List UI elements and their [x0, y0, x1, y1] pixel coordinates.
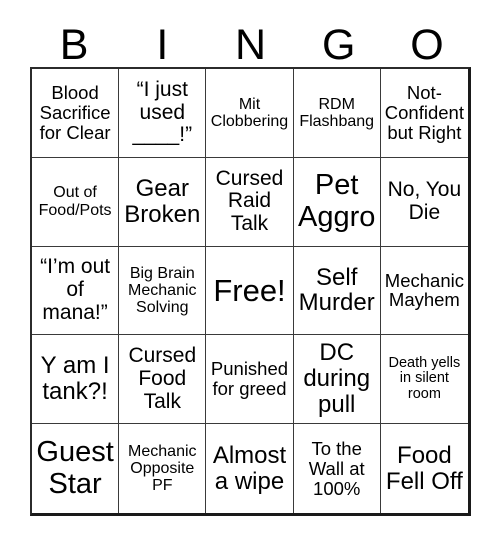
bingo-cell[interactable]: Pet Aggro	[293, 157, 381, 247]
bingo-cell[interactable]: Y am I tank?!	[32, 335, 120, 425]
bingo-cell-label: Mit Clobbering	[210, 95, 289, 130]
bingo-cell-label: Food Fell Off	[385, 441, 463, 495]
bingo-cell-label: DC during pull	[303, 339, 371, 419]
bingo-cell[interactable]: Big Brain Mechanic Solving	[119, 246, 207, 336]
bingo-cell-label: Big Brain Mechanic Solving	[128, 264, 197, 317]
bingo-cell[interactable]: Food Fell Off	[380, 424, 468, 513]
bingo-cell-label: Blood Sacrifice for Clear	[39, 81, 111, 143]
bingo-cell-label: Mechanic Mayhem	[384, 269, 464, 311]
header-letter-o: O	[410, 21, 444, 69]
bingo-cell[interactable]: To the Wall at 100%	[293, 424, 381, 513]
header-letter-b: B	[59, 21, 89, 69]
bingo-cell-label: Cursed Food Talk	[128, 344, 197, 413]
bingo-cell-label: To the Wall at 100%	[308, 437, 365, 499]
bingo-cell-label: “I just used ____!”	[132, 77, 193, 147]
bingo-cell-label: Gear Broken	[124, 174, 201, 228]
bingo-cell[interactable]: Out of Food/Pots	[32, 157, 120, 247]
bingo-cell[interactable]: Death yells in silent room	[380, 335, 468, 425]
bingo-cell[interactable]: RDM Flashbang	[293, 69, 381, 158]
bingo-cell[interactable]: No, You Die	[380, 157, 468, 247]
bingo-cell[interactable]: Cursed Food Talk	[119, 335, 207, 425]
bingo-cell[interactable]: DC during pull	[293, 335, 381, 425]
bingo-cell[interactable]: Mechanic Opposite PF	[119, 424, 207, 513]
bingo-cell-label: No, You Die	[387, 178, 462, 224]
bingo-card: B I N G O Blood Sacrifice for Clear “I j…	[0, 0, 500, 544]
header-letter-i: I	[156, 21, 169, 69]
bingo-cell-label: Y am I tank?!	[40, 352, 110, 406]
bingo-cell[interactable]: Not-Confident but Right	[380, 69, 468, 158]
bingo-cell-label: Almost a wipe	[212, 441, 287, 495]
bingo-cell[interactable]: Gear Broken	[119, 157, 207, 247]
bingo-cell-label: Punished for greed	[210, 358, 289, 400]
bingo-cell[interactable]: Blood Sacrifice for Clear	[32, 69, 120, 158]
header-letter-g: G	[321, 21, 356, 69]
bingo-cell-label: RDM Flashbang	[299, 95, 375, 130]
bingo-cell-label: Death yells in silent room	[388, 354, 461, 403]
bingo-cell-label: Pet Aggro	[298, 169, 376, 233]
bingo-cell[interactable]: Almost a wipe	[206, 424, 294, 513]
bingo-cell[interactable]: “I’m out of mana!”	[32, 246, 120, 336]
bingo-cell[interactable]: Mit Clobbering	[206, 69, 294, 158]
bingo-cell-free[interactable]: Free!	[206, 246, 294, 336]
bingo-cell-label: Guest Star	[36, 436, 114, 500]
bingo-cell-label: Cursed Raid Talk	[215, 166, 284, 236]
bingo-header: B I N G O	[30, 14, 471, 67]
header-letter-n: N	[234, 21, 267, 69]
bingo-cell-label: Mechanic Opposite PF	[128, 442, 197, 495]
bingo-cell-label: Self Murder	[298, 263, 375, 317]
bingo-cell[interactable]: Guest Star	[32, 424, 120, 513]
bingo-cell[interactable]: Mechanic Mayhem	[380, 246, 468, 336]
bingo-cell-label: “I’m out of mana!”	[40, 255, 111, 324]
bingo-cell[interactable]: Punished for greed	[206, 335, 294, 425]
bingo-cell[interactable]: Cursed Raid Talk	[206, 157, 294, 247]
bingo-cell[interactable]: Self Murder	[293, 246, 381, 336]
bingo-cell-label: Out of Food/Pots	[38, 184, 112, 219]
bingo-cell-label: Free!	[213, 272, 286, 308]
bingo-grid: Blood Sacrifice for Clear “I just used _…	[30, 67, 471, 516]
bingo-cell[interactable]: “I just used ____!”	[119, 69, 207, 158]
bingo-cell-label: Not-Confident but Right	[384, 81, 464, 143]
